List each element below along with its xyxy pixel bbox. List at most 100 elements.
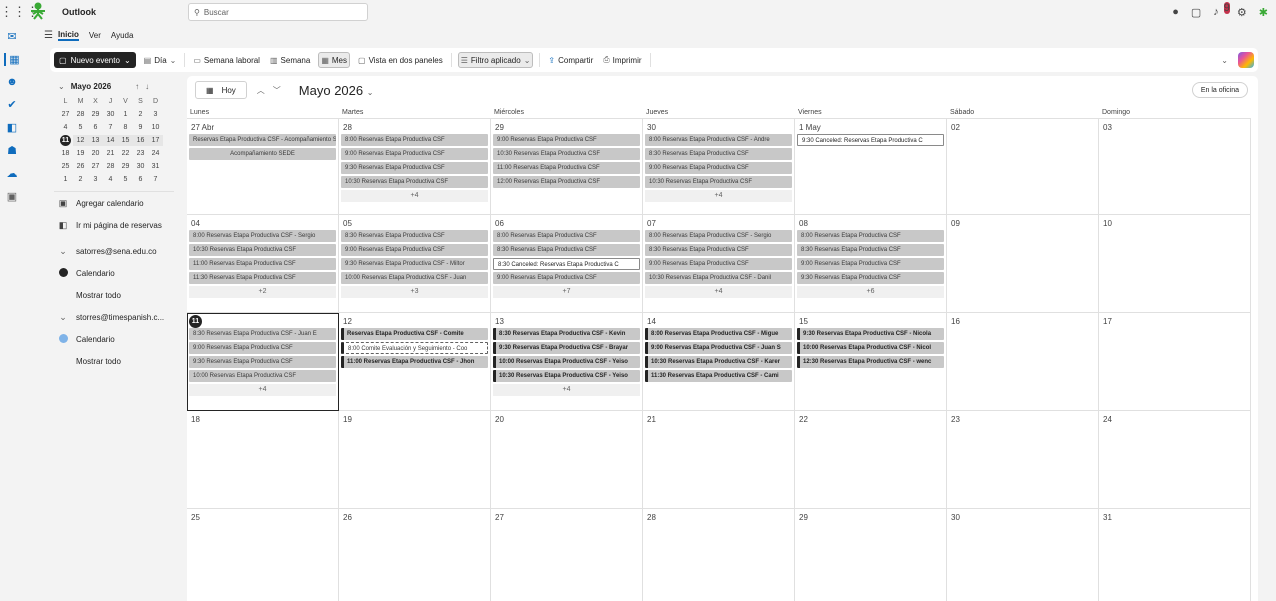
calendar-event[interactable]: 8:30 Reservas Etapa Productiva CSF [493,244,640,256]
day-cell[interactable]: 30 8:00 Reservas Etapa Productiva CSF - A… [643,119,795,215]
calendar-event[interactable]: 10:30 Reservas Etapa Productiva CSF [645,176,792,188]
mini-day[interactable]: 29 [118,161,133,172]
mini-calendar-nav-icons[interactable]: ↑↓ [135,82,155,91]
calendar-event[interactable]: 10:30 Reservas Etapa Productiva CSF [493,148,640,160]
day-cell[interactable]: 29 9:00 Reservas Etapa Productiva CSF 10:3… [491,119,643,215]
mini-day[interactable]: 3 [88,174,103,185]
day-cell[interactable]: 03 [1099,119,1251,215]
day-cell[interactable]: 12 Reservas Etapa Productiva CSF - Comite… [339,313,491,411]
mini-day[interactable]: 3 [148,109,163,120]
mini-day[interactable]: 27 [88,161,103,172]
app-launcher-icon[interactable]: ⋮⋮⋮ [0,4,39,20]
mini-day[interactable]: 26 [73,161,88,172]
more-events-button[interactable]: +4 [341,190,488,202]
menu-ayuda[interactable]: Ayuda [111,31,134,40]
more-events-button[interactable]: +4 [493,384,640,396]
people-icon[interactable]: ☻ [6,76,18,88]
calendar-event[interactable]: Reservas Etapa Productiva CSF - Comite [341,328,488,340]
calendar-event[interactable]: 10:30 Reservas Etapa Productiva CSF [189,244,336,256]
calendar-event[interactable]: 11:30 Reservas Etapa Productiva CSF - Ca… [645,370,792,382]
mini-day[interactable]: 7 [148,174,163,185]
day-cell[interactable]: 31 [1099,509,1251,601]
day-cell[interactable]: 06 8:00 Reservas Etapa Productiva CSF 8:30… [491,215,643,313]
mini-day[interactable]: 18 [58,148,73,159]
calendar-event[interactable]: 8:00 Reservas Etapa Productiva CSF - Ser… [645,230,792,242]
calendar-event[interactable]: 8:30 Canceled: Reservas Etapa Productiva… [493,258,640,270]
mini-day[interactable]: 10 [148,122,163,133]
calendar-event[interactable]: 8:00 Reservas Etapa Productiva CSF [493,230,640,242]
booking-page-item[interactable]: ◧ Ir mi página de reservas [50,214,180,236]
teams-icon[interactable]: ● [1172,6,1179,18]
show-all-2[interactable]: Mostrar todo [50,350,180,372]
mini-day[interactable]: 2 [73,174,88,185]
day-cell[interactable]: 02 [947,119,1099,215]
calendar-icon[interactable]: ▦ [4,53,20,66]
split-view-button[interactable]: ▢ Vista en dos paneles [356,52,445,68]
calendar-event[interactable]: 8:00 Reservas Etapa Productiva CSF - And… [645,134,792,146]
mini-day[interactable]: 21 [103,148,118,159]
day-cell[interactable]: 21 [643,411,795,509]
more-events-button[interactable]: +4 [189,384,336,396]
mini-day[interactable]: 17 [148,135,163,146]
menu-inicio[interactable]: Inicio [58,30,79,41]
copilot-icon[interactable] [1238,52,1254,68]
ribbon-expand-icon[interactable]: ⌄ [1221,56,1228,65]
calendar-event[interactable]: 10:30 Reservas Etapa Productiva CSF - Ka… [645,356,792,368]
calendar-event[interactable]: 9:30 Reservas Etapa Productiva CSF - Mil… [341,258,488,270]
mini-day[interactable]: 16 [133,135,148,146]
mini-day[interactable]: 23 [133,148,148,159]
mini-day[interactable]: 31 [148,161,163,172]
settings-icon[interactable]: ⚙ [1237,6,1247,19]
calendar-event[interactable]: 9:00 Reservas Etapa Productiva CSF [493,134,640,146]
mini-day[interactable]: 29 [88,109,103,120]
add-calendar-item[interactable]: ▣ Agregar calendario [50,192,180,214]
calendar-event[interactable]: 11:00 Reservas Etapa Productiva CSF [189,258,336,270]
calendar-event[interactable]: 8:30 Reservas Etapa Productiva CSF - Jua… [189,328,336,340]
mini-day[interactable]: 2 [133,109,148,120]
mini-day[interactable]: 14 [103,135,118,146]
mini-day[interactable]: 30 [133,161,148,172]
day-cell[interactable]: 16 [947,313,1099,411]
calendar-event[interactable]: 11:00 Reservas Etapa Productiva CSF [493,162,640,174]
hamburger-icon[interactable]: ☰ [44,30,53,41]
day-cell[interactable]: 28 8:00 Reservas Etapa Productiva CSF 9:00… [339,119,491,215]
mini-day[interactable]: 8 [118,122,133,133]
mini-day[interactable]: 12 [73,135,88,146]
calendar-event[interactable]: 8:00 Reservas Etapa Productiva CSF [797,230,944,242]
calendar-event[interactable]: 9:00 Reservas Etapa Productiva CSF [493,272,640,284]
mini-day[interactable]: 30 [103,109,118,120]
calendar-event[interactable]: 8:00 Reservas Etapa Productiva CSF - Mig… [645,328,792,340]
word-icon[interactable]: ◧ [7,121,17,134]
calendar-event[interactable]: 9:30 Reservas Etapa Productiva CSF - Bra… [493,342,640,354]
calendar-event[interactable]: 8:30 Reservas Etapa Productiva CSF [341,230,488,242]
menu-ver[interactable]: Ver [89,31,101,40]
day-cell[interactable]: 28 [643,509,795,601]
mini-day[interactable]: 5 [118,174,133,185]
today-button[interactable]: ▦ Hoy [195,81,247,99]
calendar-event[interactable]: 9:30 Reservas Etapa Productiva CSF [189,356,336,368]
calendar-event[interactable]: 9:00 Reservas Etapa Productiva CSF [341,244,488,256]
mini-day[interactable]: 1 [58,174,73,185]
calendar-event[interactable]: 10:30 Reservas Etapa Productiva CSF [341,176,488,188]
day-cell[interactable]: 04 8:00 Reservas Etapa Productiva CSF - S… [187,215,339,313]
collapse-chevron-icon[interactable]: ⌄ [58,82,65,91]
account-group-2[interactable]: ⌄ storres@timespanish.c... [50,306,180,328]
calendar-event[interactable]: 9:00 Reservas Etapa Productiva CSF [797,258,944,270]
calendar-event[interactable]: 12:30 Reservas Etapa Productiva CSF - we… [797,356,944,368]
search-input[interactable]: Buscar [204,8,229,17]
calendar-event[interactable]: 10:00 Reservas Etapa Productiva CSF [189,370,336,382]
day-cell[interactable]: 27 Abr Reservas Etapa Productiva CSF - Ac… [187,119,339,215]
print-button[interactable]: ⎙ Imprimir [601,52,643,68]
mini-day[interactable]: 9 [133,122,148,133]
mini-day[interactable]: 28 [73,109,88,120]
feedback-icon[interactable]: ▢ [1191,6,1201,19]
calendar-event[interactable]: 9:00 Reservas Etapa Productiva CSF [645,258,792,270]
calendar1-item[interactable]: Calendario [50,262,180,284]
day-cell[interactable]: 30 [947,509,1099,601]
day-cell[interactable]: 27 [491,509,643,601]
day-cell[interactable]: 24 [1099,411,1251,509]
day-cell[interactable]: 15 9:30 Reservas Etapa Productiva CSF - N… [795,313,947,411]
day-cell[interactable]: 11 8:30 Reservas Etapa Productiva CSF - J… [187,313,339,411]
mini-day[interactable]: 24 [148,148,163,159]
day-cell[interactable]: 05 8:30 Reservas Etapa Productiva CSF 9:00… [339,215,491,313]
